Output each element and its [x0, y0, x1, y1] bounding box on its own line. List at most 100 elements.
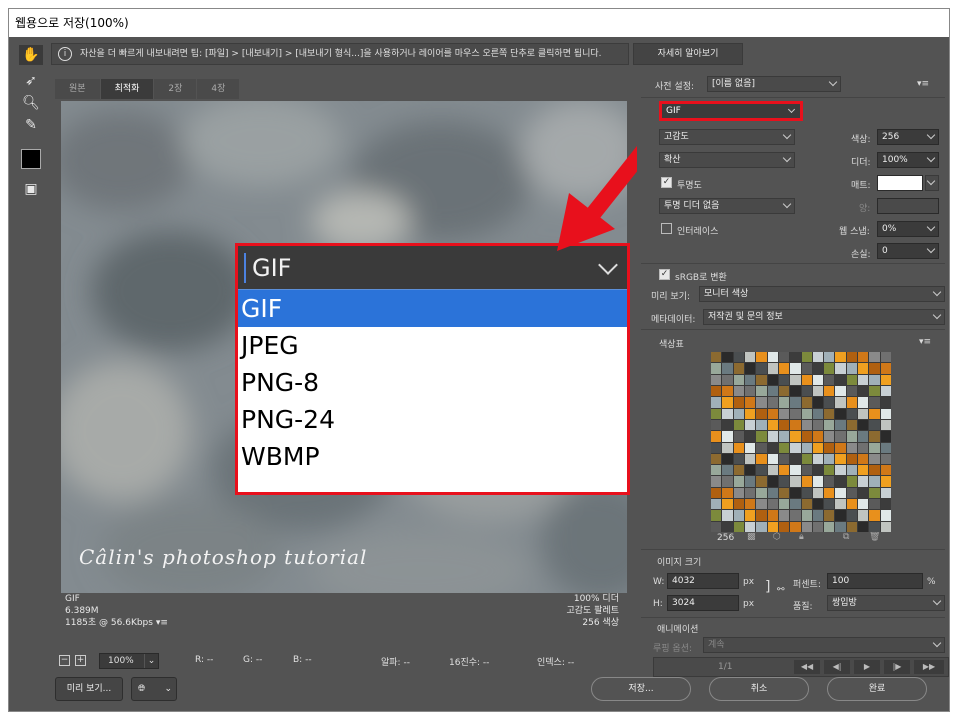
palette-swatch[interactable] — [744, 499, 756, 510]
palette-swatch[interactable] — [812, 453, 824, 465]
palette-swatch[interactable] — [869, 374, 880, 385]
srgb-checkbox[interactable]: ✓ — [659, 269, 670, 280]
palette-swatch[interactable] — [778, 521, 790, 532]
palette-swatch[interactable] — [846, 363, 858, 374]
palette-swatch[interactable] — [835, 465, 846, 476]
palette-swatch[interactable] — [858, 442, 869, 453]
palette-swatch[interactable] — [711, 476, 722, 487]
palette-swatch[interactable] — [733, 476, 744, 487]
palette-swatch[interactable] — [801, 442, 812, 453]
palette-swatch[interactable] — [801, 431, 812, 442]
palette-swatch[interactable] — [767, 476, 778, 487]
palette-swatch[interactable] — [722, 499, 733, 510]
palette-swatch[interactable] — [790, 385, 801, 397]
palette-swatch[interactable] — [869, 363, 880, 374]
palette-swatch[interactable] — [744, 510, 756, 521]
palette-swatch[interactable] — [812, 487, 824, 499]
palette-swatch[interactable] — [835, 510, 846, 521]
websnap-field[interactable]: 0% — [877, 221, 939, 237]
toggle-slices-icon[interactable]: ▣ — [19, 179, 43, 199]
transparency-dither-select[interactable]: 투명 디더 없음 — [659, 198, 795, 214]
palette-swatch[interactable] — [880, 465, 891, 476]
palette-swatch[interactable] — [778, 431, 790, 442]
palette-swatch[interactable] — [790, 397, 801, 408]
palette-swatch[interactable] — [880, 499, 891, 510]
matte-dropdown[interactable] — [925, 175, 939, 191]
palette-swatch[interactable] — [880, 476, 891, 487]
palette-swatch[interactable] — [733, 352, 744, 363]
palette-swatch[interactable] — [869, 431, 880, 442]
palette-swatch[interactable] — [767, 521, 778, 532]
palette-swatch[interactable] — [744, 397, 756, 408]
palette-swatch[interactable] — [801, 521, 812, 532]
format-option-jpeg[interactable]: JPEG — [238, 327, 627, 364]
palette-swatch[interactable] — [869, 408, 880, 419]
palette-swatch[interactable] — [722, 352, 733, 363]
tab-optimized[interactable]: 최적화 — [100, 79, 154, 99]
loop-select[interactable]: 계속 — [703, 637, 945, 653]
palette-swatch[interactable] — [756, 385, 767, 397]
lock-icon[interactable]: 🔒︎ — [799, 532, 804, 542]
palette-swatch[interactable] — [711, 487, 722, 499]
tab-2-up[interactable]: 2장 — [154, 79, 197, 99]
palette-swatch[interactable] — [756, 431, 767, 442]
palette-swatch[interactable] — [858, 487, 869, 499]
palette-swatch[interactable] — [835, 431, 846, 442]
palette-swatch[interactable] — [744, 487, 756, 499]
palette-swatch[interactable] — [801, 453, 812, 465]
preset-select[interactable]: [이름 없음] — [707, 76, 841, 92]
palette-swatch[interactable] — [733, 419, 744, 431]
palette-swatch[interactable] — [835, 476, 846, 487]
palette-swatch[interactable] — [801, 385, 812, 397]
palette-swatch[interactable] — [880, 397, 891, 408]
palette-swatch[interactable] — [756, 465, 767, 476]
palette-swatch[interactable] — [880, 487, 891, 499]
palette-swatch[interactable] — [744, 431, 756, 442]
palette-swatch[interactable] — [835, 352, 846, 363]
palette-swatch[interactable] — [722, 487, 733, 499]
palette-swatch[interactable] — [722, 521, 733, 532]
palette-swatch[interactable] — [846, 352, 858, 363]
browser-preview-button[interactable]: 🌐︎ ⌄ — [131, 677, 177, 701]
palette-swatch[interactable] — [812, 476, 824, 487]
palette-swatch[interactable] — [756, 521, 767, 532]
first-frame-button[interactable]: ◀◀ — [794, 660, 820, 674]
palette-swatch[interactable] — [869, 510, 880, 521]
width-field[interactable]: 4032 — [667, 573, 739, 589]
palette-swatch[interactable] — [835, 385, 846, 397]
palette-swatch[interactable] — [744, 374, 756, 385]
hand-icon[interactable]: ✋ — [19, 45, 43, 65]
palette-swatch[interactable] — [835, 499, 846, 510]
palette-swatch[interactable] — [812, 510, 824, 521]
palette-swatch[interactable] — [778, 499, 790, 510]
palette-swatch[interactable] — [756, 363, 767, 374]
palette-swatch[interactable] — [767, 442, 778, 453]
palette-swatch[interactable] — [858, 510, 869, 521]
palette-swatch[interactable] — [722, 431, 733, 442]
palette-swatch[interactable] — [846, 374, 858, 385]
next-frame-button[interactable]: |▶ — [884, 660, 910, 674]
palette-swatch[interactable] — [824, 499, 835, 510]
palette-swatch[interactable] — [880, 521, 891, 532]
palette-swatch[interactable] — [869, 465, 880, 476]
palette-swatch[interactable] — [711, 465, 722, 476]
palette-swatch[interactable] — [812, 521, 824, 532]
format-option-png24[interactable]: PNG-24 — [238, 401, 627, 438]
palette-swatch[interactable] — [801, 499, 812, 510]
palette-swatch[interactable] — [835, 374, 846, 385]
palette-swatch[interactable] — [756, 510, 767, 521]
palette-swatch[interactable] — [722, 363, 733, 374]
palette-swatch[interactable] — [880, 385, 891, 397]
palette-swatch[interactable] — [858, 453, 869, 465]
slice-select-icon[interactable]: ➶ — [19, 71, 43, 91]
palette-swatch[interactable] — [869, 419, 880, 431]
palette-swatch[interactable] — [801, 374, 812, 385]
palette-swatch[interactable] — [858, 521, 869, 532]
palette-swatch[interactable] — [756, 476, 767, 487]
palette-swatch[interactable] — [846, 499, 858, 510]
height-field[interactable]: 3024 — [667, 595, 739, 611]
lossy-field[interactable]: 0 — [877, 243, 939, 259]
palette-swatch[interactable] — [711, 431, 722, 442]
palette-swatch[interactable] — [812, 408, 824, 419]
palette-swatch[interactable] — [767, 499, 778, 510]
